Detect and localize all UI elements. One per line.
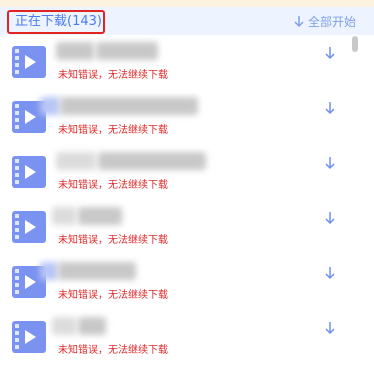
file-name-obscured bbox=[78, 207, 122, 225]
downloading-title: 正在下载(143) bbox=[15, 14, 102, 29]
start-all-button[interactable]: 全部开始 bbox=[293, 13, 356, 30]
file-name-obscured bbox=[56, 42, 94, 60]
file-name-obscured bbox=[58, 262, 136, 280]
file-name-obscured bbox=[40, 97, 60, 115]
download-item[interactable]: 未知错误，无法继续下载 bbox=[0, 91, 374, 146]
video-file-icon bbox=[12, 211, 46, 243]
file-name-obscured bbox=[40, 262, 58, 280]
file-name-obscured bbox=[56, 152, 96, 170]
file-name-obscured bbox=[60, 97, 198, 115]
file-name-obscured bbox=[98, 152, 206, 170]
file-name-obscured bbox=[96, 42, 158, 60]
download-arrow-icon[interactable] bbox=[324, 101, 336, 115]
error-status: 未知错误，无法继续下载 bbox=[58, 70, 168, 81]
download-arrow-icon[interactable] bbox=[324, 46, 336, 60]
file-name-obscured bbox=[52, 317, 76, 335]
error-status: 未知错误，无法继续下载 bbox=[58, 345, 168, 356]
download-arrow-icon[interactable] bbox=[324, 156, 336, 170]
download-arrow-icon[interactable] bbox=[324, 321, 336, 335]
download-arrow-icon[interactable] bbox=[324, 211, 336, 225]
download-item[interactable]: 未知错误，无法继续下载 bbox=[0, 256, 374, 311]
video-file-icon bbox=[12, 321, 46, 353]
top-strip bbox=[0, 0, 374, 7]
error-status: 未知错误，无法继续下载 bbox=[58, 125, 168, 136]
error-status: 未知错误，无法继续下载 bbox=[58, 180, 168, 191]
download-list: 未知错误，无法继续下载 未知错误，无法继续下载 未知错误，无法继续下载 未知错误… bbox=[0, 36, 374, 366]
downloading-tab[interactable]: 正在下载(143) bbox=[7, 10, 105, 34]
download-arrow-icon bbox=[294, 16, 304, 28]
video-file-icon bbox=[12, 46, 46, 78]
download-item[interactable]: 未知错误，无法继续下载 bbox=[0, 36, 374, 91]
file-name-obscured bbox=[52, 207, 76, 225]
error-status: 未知错误，无法继续下载 bbox=[58, 235, 168, 246]
start-all-label: 全部开始 bbox=[307, 15, 356, 29]
downloads-header: 正在下载(143) 全部开始 bbox=[0, 7, 374, 35]
download-arrow-icon[interactable] bbox=[324, 266, 336, 280]
error-status: 未知错误，无法继续下载 bbox=[58, 290, 168, 301]
download-item[interactable]: 未知错误，无法继续下载 bbox=[0, 201, 374, 256]
file-name-obscured bbox=[78, 317, 106, 335]
video-file-icon bbox=[12, 156, 46, 188]
download-item[interactable]: 未知错误，无法继续下载 bbox=[0, 311, 374, 366]
download-item[interactable]: 未知错误，无法继续下载 bbox=[0, 146, 374, 201]
